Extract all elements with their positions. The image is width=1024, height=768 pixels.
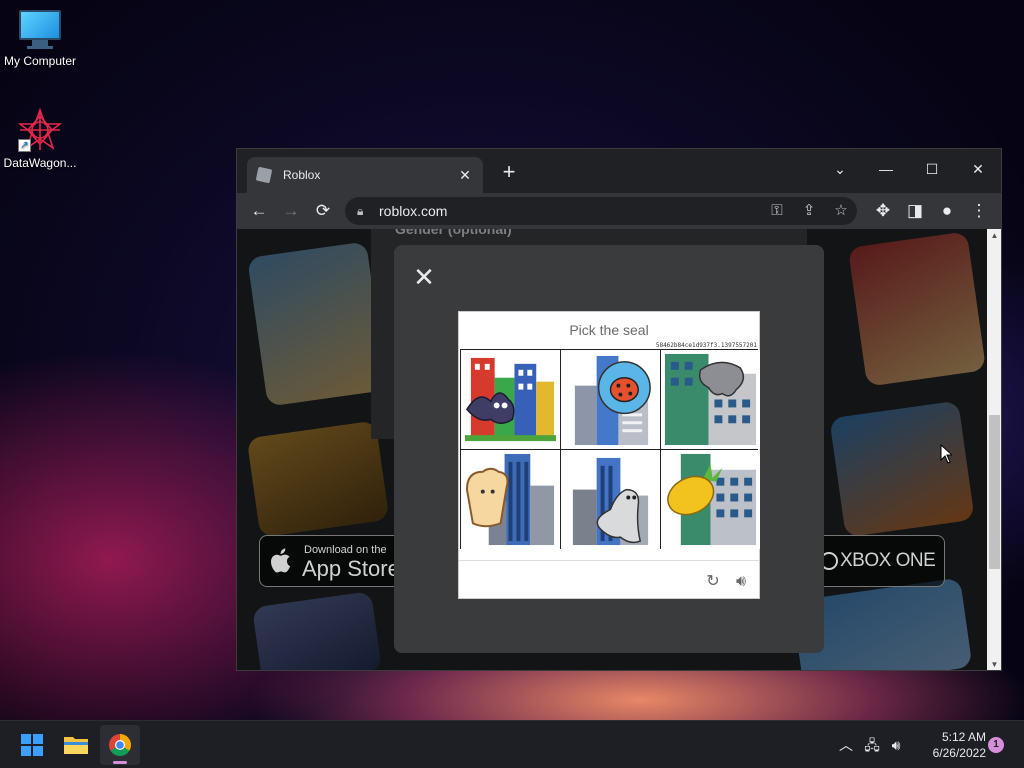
forward-arrow-icon[interactable]: →	[279, 199, 303, 223]
captcha-tile-bread[interactable]	[461, 450, 560, 549]
title-bar: Roblox ✕ + ⌄ — ☐ ✕	[237, 149, 1001, 193]
audio-speaker-icon[interactable]: 🔊︎	[731, 572, 751, 592]
apple-logo-icon	[271, 548, 291, 573]
reload-icon[interactable]: ⟳	[311, 199, 335, 223]
gender-label: Gender (optional)	[395, 229, 512, 237]
volume-icon[interactable]: 🔊︎	[886, 735, 906, 755]
desktop-icon-label: My Computer	[3, 54, 77, 68]
extensions-puzzle-icon[interactable]: ✥	[871, 199, 895, 223]
app-store-small-text: Download on the	[304, 544, 387, 556]
datawagon-logo-icon: ↗	[17, 107, 63, 152]
bat-on-buildings-icon	[464, 357, 557, 442]
pineapple-on-building-icon	[667, 453, 757, 546]
clock-time: 5:12 AM	[941, 730, 986, 744]
shortcut-arrow-icon: ↗	[18, 139, 31, 152]
page-content: Gender (optional) Download on the App St…	[237, 229, 987, 670]
tab-title: Roblox	[283, 168, 321, 182]
captcha-modal: ✕ Pick the seal 58462b84ce1d937f3.139755…	[394, 245, 824, 653]
key-icon[interactable]: ⚿	[765, 197, 789, 225]
network-icon[interactable]: 🖧︎	[862, 735, 882, 755]
new-tab-button[interactable]: +	[497, 161, 521, 185]
scroll-down-arrow-icon[interactable]: ▼	[987, 658, 1001, 670]
xbox-one-badge[interactable]: XBOX ONE	[815, 535, 945, 587]
captcha-divider	[459, 560, 759, 561]
active-app-indicator	[113, 761, 127, 764]
desktop-icon-label: DataWagon...	[3, 156, 77, 170]
captcha-token: 58462b84ce1d937f3.1397557201	[655, 342, 757, 349]
share-icon[interactable]: ⇪	[797, 197, 821, 225]
seal-on-buildings-icon	[572, 457, 649, 546]
browser-window: Roblox ✕ + ⌄ — ☐ ✕ ← → ⟳ 🔒︎ roblox.com ⚿…	[236, 148, 1002, 671]
file-explorer-button[interactable]	[56, 725, 96, 765]
xbox-text: XBOX ONE	[840, 550, 936, 571]
maximize-button[interactable]: ☐	[909, 155, 955, 183]
app-store-big-text: App Store	[302, 556, 400, 581]
tab-close-icon[interactable]: ✕	[457, 167, 473, 184]
captcha-tile-elephant[interactable]	[661, 350, 760, 449]
clock-date: 6/26/2022	[932, 746, 986, 760]
mouse-pointer-icon	[940, 444, 952, 464]
captcha-tile-ladybug[interactable]	[561, 350, 660, 449]
elephant-on-building-icon	[664, 353, 757, 446]
monitor-icon	[19, 10, 61, 50]
captcha-tile-pineapple[interactable]	[661, 450, 760, 549]
desktop-icon-datawagon[interactable]: ↗ DataWagon...	[0, 107, 80, 170]
captcha-grid	[460, 349, 760, 549]
scrollbar-thumb[interactable]	[989, 415, 1000, 569]
windows-logo-icon	[21, 734, 43, 756]
captcha-instruction: Pick the seal	[569, 322, 649, 338]
close-icon[interactable]: ✕	[412, 264, 436, 290]
roblox-favicon-icon	[255, 166, 273, 184]
captcha-tile-seal[interactable]	[561, 450, 660, 549]
lock-icon: 🔒︎	[357, 204, 364, 218]
chrome-logo-icon	[109, 734, 131, 756]
bookmark-star-icon[interactable]: ☆	[829, 197, 853, 225]
ladybug-on-buildings-icon	[574, 355, 651, 446]
start-button[interactable]	[12, 725, 52, 765]
captcha-challenge: Pick the seal 58462b84ce1d937f3.13975572…	[458, 311, 760, 599]
back-arrow-icon[interactable]: ←	[247, 199, 271, 223]
captcha-tile-bat[interactable]	[461, 350, 560, 449]
vertical-scrollbar[interactable]: ▲ ▼	[987, 229, 1001, 670]
tab-search-button[interactable]: ⌄	[817, 155, 863, 183]
folder-icon	[64, 737, 88, 754]
tab-roblox[interactable]: Roblox ✕	[247, 157, 483, 193]
url-text: roblox.com	[379, 203, 448, 219]
profile-avatar-icon[interactable]: ●	[935, 199, 959, 223]
show-hidden-icons-chevron-icon[interactable]: ︿	[836, 735, 856, 755]
app-store-badge[interactable]: Download on the App Store	[259, 535, 409, 587]
minimize-button[interactable]: —	[863, 155, 909, 183]
refresh-icon[interactable]: ↻	[703, 572, 723, 592]
system-clock[interactable]: 5:12 AM 6/26/2022	[906, 729, 986, 761]
notification-badge[interactable]: 1	[988, 737, 1004, 753]
browser-toolbar: ← → ⟳ 🔒︎ roblox.com ⚿ ⇪ ☆ ✥ ◨ ● ⋮	[237, 193, 1001, 229]
scroll-up-arrow-icon[interactable]: ▲	[987, 229, 1001, 243]
bread-on-buildings-icon	[465, 453, 555, 546]
chrome-taskbar-button[interactable]	[100, 725, 140, 765]
desktop-icon-my-computer[interactable]: My Computer	[0, 10, 80, 68]
address-bar[interactable]: 🔒︎ roblox.com ⚿ ⇪ ☆	[345, 197, 857, 225]
close-window-button[interactable]: ✕	[955, 155, 1001, 183]
taskbar: ︿ 🖧︎ 🔊︎ 5:12 AM 6/26/2022 1	[0, 720, 1024, 768]
side-panel-icon[interactable]: ◨	[903, 199, 927, 223]
menu-kebab-icon[interactable]: ⋮	[967, 199, 991, 223]
